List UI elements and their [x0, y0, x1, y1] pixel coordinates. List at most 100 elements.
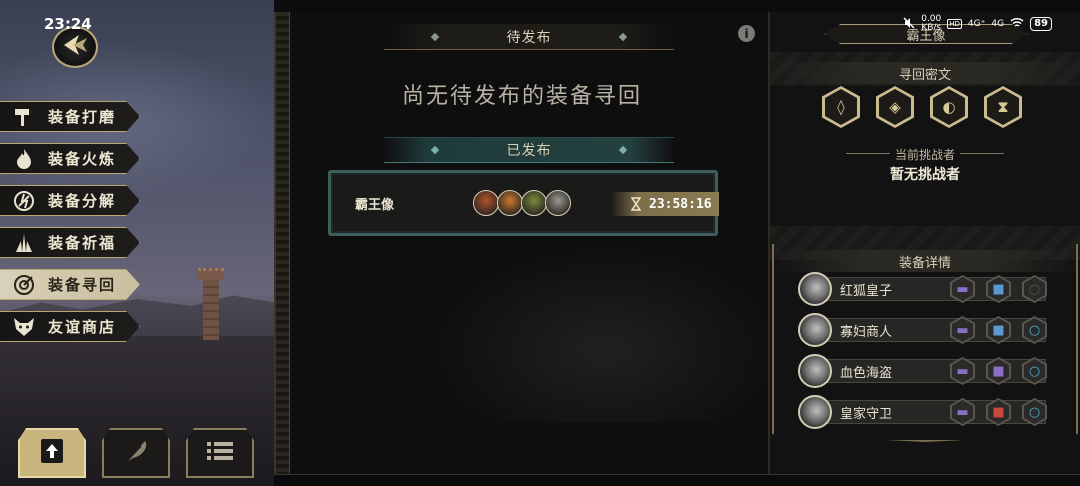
armor-icon: ■: [992, 363, 1005, 379]
ring-slot[interactable]: ○: [1022, 316, 1047, 344]
menu-item-decompose[interactable]: 装备分解: [0, 185, 140, 216]
equipment-detail-title: 装备详情: [898, 255, 951, 271]
armor-icon: ■: [992, 404, 1005, 420]
sword-icon: ▬: [956, 322, 969, 338]
pray-icon: [10, 232, 38, 254]
published-item-name: 霸王像: [355, 198, 395, 213]
ring-icon: ○: [1028, 281, 1041, 297]
equipment-name: 寡妇商人: [840, 325, 893, 340]
hourglass-icon: [630, 197, 642, 211]
cipher-symbols: ◊ ◈ ◐ ⧗: [822, 86, 1022, 128]
armor-slot[interactable]: ■: [986, 398, 1011, 426]
cipher-symbol-glyph: ◐: [933, 89, 965, 125]
ring-slot[interactable]: ○: [1022, 275, 1047, 303]
wifi-icon: [1010, 17, 1024, 31]
fox-mask-icon: [10, 316, 38, 338]
guard-portrait: [798, 395, 832, 429]
armor-slot[interactable]: ■: [986, 275, 1011, 303]
sword-icon: ▬: [956, 404, 969, 420]
avatar: [497, 190, 523, 216]
menu-item-shop[interactable]: 友谊商店: [0, 311, 140, 342]
status-time: 23:24: [44, 15, 92, 33]
diamond-ornament: [618, 32, 628, 41]
cipher-symbol-glyph: ◈: [879, 89, 911, 125]
ring-slot[interactable]: ○: [1022, 398, 1047, 426]
weapon-slot[interactable]: ▬: [950, 275, 975, 303]
status-indicators: 0.00 KB/s HD 4G⁺ 4G 89: [903, 15, 1052, 33]
info-icon[interactable]: i: [738, 25, 755, 42]
equipment-row[interactable]: 血色海盗 ▬ ■ ○: [798, 354, 1048, 388]
pending-empty-message: 尚无待发布的装备寻回: [401, 84, 642, 109]
cipher-symbol-glyph: ◊: [825, 89, 857, 125]
menu-item-label: 装备打磨: [48, 108, 117, 126]
challenger-avatars: [473, 190, 571, 216]
ring-icon: ○: [1028, 363, 1041, 379]
menu-item-fire[interactable]: 装备火炼: [0, 143, 140, 174]
equipment-row[interactable]: 红狐皇子 ▬ ■ ○: [798, 272, 1048, 306]
net-speed-unit: KB/s: [921, 23, 942, 33]
signal-1: 4G⁺: [967, 19, 986, 29]
menu-item-label: 装备祈福: [48, 234, 117, 252]
diamond-ornament: [430, 32, 440, 41]
net-speed: 0.00 KB/s: [921, 15, 941, 33]
menu-item-pray[interactable]: 装备祈福: [0, 227, 140, 258]
equipment-slots: ▬ ■ ○: [950, 398, 1047, 426]
equipment-slots: ▬ ■ ○: [950, 357, 1047, 385]
sword-icon: ▬: [956, 363, 969, 379]
pirate-portrait: [798, 354, 832, 388]
countdown-value: 23:58:16: [649, 196, 712, 212]
equipment-slots: ▬ ■ ○: [950, 275, 1047, 303]
tab-list[interactable]: [186, 428, 254, 478]
equipment-name: 皇家守卫: [840, 407, 893, 422]
top-edge: [274, 0, 1080, 12]
ring-icon: ○: [1028, 404, 1041, 420]
armor-icon: ■: [992, 322, 1005, 338]
weapon-slot[interactable]: ▬: [950, 398, 975, 426]
ring-icon: ○: [1028, 322, 1041, 338]
avatar: [545, 190, 571, 216]
avatar: [521, 190, 547, 216]
avatar: [473, 190, 499, 216]
armor-icon: ■: [992, 281, 1005, 297]
armor-slot[interactable]: ■: [986, 357, 1011, 385]
tab-feather[interactable]: [102, 428, 170, 478]
armor-slot[interactable]: ■: [986, 316, 1011, 344]
watchtower-illustration: [198, 268, 224, 340]
equipment-row[interactable]: 寡妇商人 ▬ ■ ○: [798, 313, 1048, 347]
center-panel: 待发布 i 尚无待发布的装备寻回 已发布 霸王像 23:58:16: [274, 12, 768, 474]
pending-title: 待发布: [506, 29, 552, 46]
published-item[interactable]: 霸王像 23:58:16: [328, 170, 719, 236]
side-menu: 装备打磨 装备火炼 装备分解 装备祈福 装备寻回 友谊商店: [0, 101, 140, 353]
menu-item-label: 友谊商店: [48, 318, 117, 336]
equipment-row[interactable]: 皇家守卫 ▬ ■ ○: [798, 395, 1048, 429]
tab-upload[interactable]: [18, 428, 86, 478]
equipment-name: 血色海盗: [840, 366, 893, 381]
feather-icon: [121, 436, 151, 470]
fox-portrait: [798, 272, 832, 306]
menu-item-retrieve[interactable]: 装备寻回: [0, 269, 140, 300]
bottom-edge: [274, 474, 1080, 486]
hammer-icon: [10, 106, 38, 128]
right-panel: 霸王像 寻回密文 ◊ ◈ ◐ ⧗ 当前挑战者 暂无挑战者 装备详情 红狐皇子 ▬…: [768, 12, 1080, 474]
equipment-detail-header: 装备详情: [770, 250, 1080, 272]
menu-item-label: 装备寻回: [48, 276, 117, 294]
cipher-symbol-glyph: ⧗: [987, 89, 1019, 125]
ring-slot[interactable]: ○: [1022, 357, 1047, 385]
signal-2: 4G: [991, 19, 1005, 29]
countdown-timer: 23:58:16: [611, 192, 719, 216]
cipher-symbol-3: ◐: [930, 86, 968, 128]
weapon-slot[interactable]: ▬: [950, 316, 975, 344]
challenger-value: 暂无挑战者: [890, 167, 960, 183]
back-arrow-icon: [61, 32, 89, 62]
merchant-portrait: [798, 313, 832, 347]
challenger-label: 当前挑战者: [770, 146, 1080, 163]
left-panel: 装备打磨 装备火炼 装备分解 装备祈福 装备寻回 友谊商店: [0, 0, 274, 486]
decompose-icon: [10, 190, 38, 212]
flame-icon: [10, 148, 38, 170]
cipher-title: 寻回密文: [898, 67, 951, 83]
published-title: 已发布: [506, 143, 552, 159]
cipher-symbol-2: ◈: [876, 86, 914, 128]
menu-item-polish[interactable]: 装备打磨: [0, 101, 140, 132]
cipher-header: 寻回密文: [770, 62, 1080, 84]
weapon-slot[interactable]: ▬: [950, 357, 975, 385]
